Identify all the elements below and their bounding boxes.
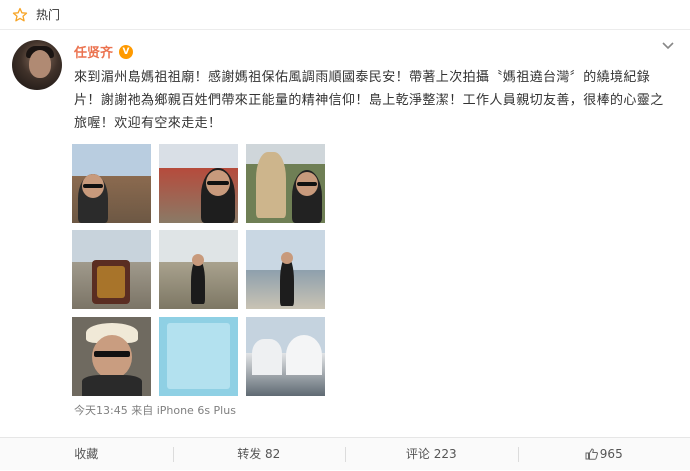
author-block: 任贤齐 V [74, 42, 133, 61]
repost-button[interactable]: 转发 82 [173, 438, 346, 471]
photo-thumbnail[interactable] [159, 144, 238, 223]
like-button[interactable]: 965 [518, 438, 690, 471]
photo-thumbnail[interactable] [246, 317, 325, 396]
post-text: 來到湄州島媽祖祖廟！感謝媽祖保佑風調雨順國泰民安！帶著上次拍攝〝媽祖遶台灣〞的繞… [74, 66, 664, 135]
photo-thumbnail[interactable] [72, 317, 151, 396]
favorite-label: 收藏 [74, 447, 98, 461]
chevron-down-icon[interactable] [662, 42, 674, 50]
post-meta: 今天13:45 来自 iPhone 6s Plus [74, 402, 236, 418]
image-grid [72, 144, 328, 396]
top-bar: 热门 [0, 0, 690, 30]
photo-thumbnail[interactable] [72, 144, 151, 223]
photo-thumbnail[interactable] [246, 144, 325, 223]
comment-label: 评论 223 [406, 447, 457, 461]
author-name[interactable]: 任贤齐 [74, 42, 113, 61]
weibo-post-card: 任贤齐 V 來到湄州島媽祖祖廟！感謝媽祖保佑風調雨順國泰民安！帶著上次拍攝〝媽祖… [0, 30, 690, 470]
action-bar: 收藏 转发 82 评论 223 965 [0, 437, 690, 470]
favorite-button[interactable]: 收藏 [0, 438, 173, 471]
photo-thumbnail[interactable] [246, 230, 325, 309]
avatar[interactable] [12, 40, 62, 90]
photo-thumbnail[interactable] [159, 317, 238, 396]
comment-button[interactable]: 评论 223 [345, 438, 518, 471]
like-count: 965 [600, 447, 623, 461]
repost-label: 转发 82 [237, 447, 280, 461]
photo-thumbnail[interactable] [72, 230, 151, 309]
star-outline-icon [12, 7, 28, 23]
photo-thumbnail[interactable] [159, 230, 238, 309]
verified-badge-icon: V [119, 45, 133, 59]
hot-label[interactable]: 热门 [36, 6, 60, 23]
thumb-up-icon [585, 448, 598, 460]
